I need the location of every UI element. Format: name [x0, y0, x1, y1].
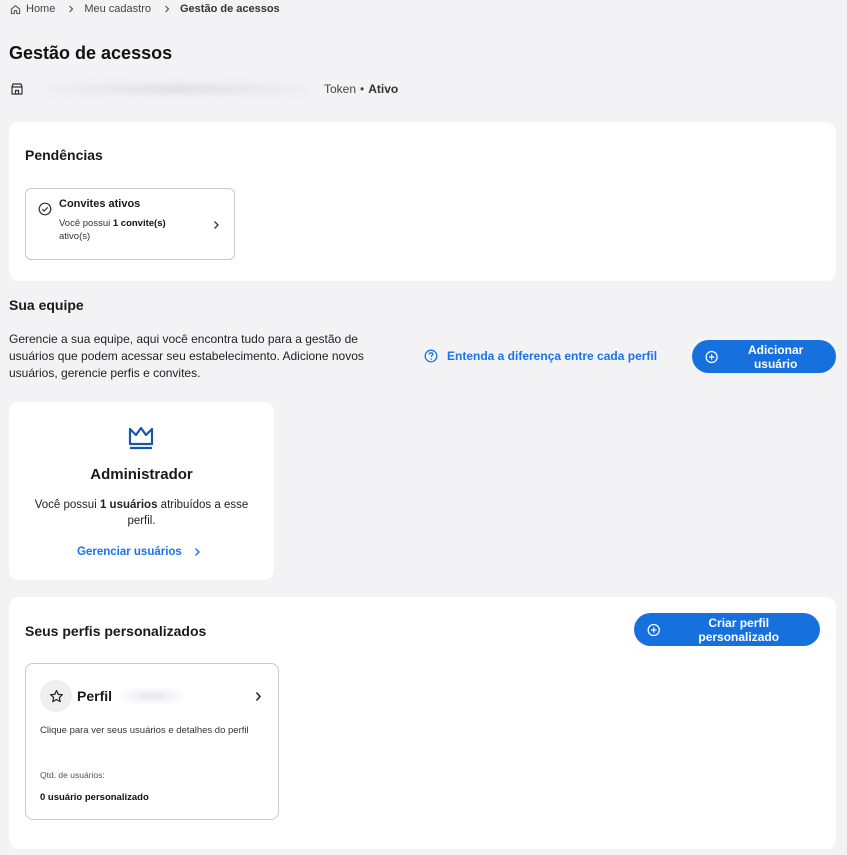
star-icon — [49, 689, 63, 702]
user-count-value: 0 usuário personalizado — [40, 792, 149, 803]
store-info: Token • Ativo — [10, 81, 410, 97]
breadcrumb-meu-cadastro[interactable]: Meu cadastro — [84, 3, 151, 15]
admin-desc-prefix: Você possui — [34, 499, 100, 511]
page-title: Gestão de acessos — [9, 43, 173, 63]
profile-title-row: Perfil — [77, 688, 183, 704]
user-count-label: Qtd. de usuários: — [40, 770, 105, 780]
token-status: Ativo — [368, 82, 399, 96]
pendencias-title: Pendências — [25, 147, 103, 163]
manage-users-label: Gerenciar usuários — [77, 546, 182, 558]
invites-desc-prefix: Você possui — [59, 218, 113, 229]
invites-description: Você possui 1 convite(s) ativo(s) — [59, 217, 199, 243]
team-title: Sua equipe — [9, 297, 84, 313]
chevron-right-icon — [165, 5, 170, 13]
pendencias-card: Pendências Convites ativos Você possui 1… — [9, 122, 836, 281]
help-circle-icon — [424, 349, 438, 363]
admin-description: Você possui 1 usuários atribuídos a esse… — [27, 497, 256, 529]
create-custom-profile-label: Criar perfil personalizado — [698, 615, 780, 644]
breadcrumb: Home Meu cadastro Gestão de acessos — [10, 2, 280, 16]
admin-profile-card: Administrador Você possui 1 usuários atr… — [9, 402, 274, 580]
create-custom-profile-button[interactable]: Criar perfil personalizado — [634, 613, 820, 646]
breadcrumb-current: Gestão de acessos — [180, 3, 280, 15]
chevron-right-icon — [255, 692, 261, 701]
token-label: Token — [324, 82, 357, 96]
crown-icon — [128, 426, 154, 450]
bullet: • — [360, 82, 365, 96]
check-circle-icon — [38, 202, 52, 216]
manage-users-link[interactable]: Gerenciar usuários — [77, 546, 201, 558]
home-icon — [10, 4, 21, 14]
add-user-label: Adicionar usuário — [747, 342, 804, 371]
profile-title: Perfil — [77, 688, 113, 704]
custom-profiles-title: Seus perfis personalizados — [25, 623, 207, 639]
breadcrumb-home[interactable]: Home — [26, 3, 55, 15]
chevron-right-icon — [69, 5, 74, 13]
invites-count: 1 convite(s) — [112, 218, 166, 229]
team-description: Gerencie a sua equipe, aqui você encontr… — [9, 332, 364, 380]
add-user-button[interactable]: Adicionar usuário — [692, 340, 836, 373]
chevron-right-icon — [194, 548, 200, 556]
store-name-redacted — [48, 84, 308, 94]
store-icon — [11, 83, 23, 95]
profile-difference-label: Entenda a diferença entre cada perfil — [447, 349, 658, 363]
plus-circle-icon — [705, 350, 718, 363]
custom-profile-item[interactable]: Perfil Clique para ver seus usuários e d… — [25, 663, 279, 820]
plus-circle-icon — [647, 623, 660, 636]
profile-description: Clique para ver seus usuários e detalhes… — [40, 725, 249, 736]
invites-title: Convites ativos — [59, 198, 141, 210]
admin-user-count: 1 usuários — [99, 499, 158, 511]
admin-title: Administrador — [90, 466, 193, 483]
invites-desc-suffix: ativo(s) — [59, 231, 91, 242]
active-invites-card[interactable]: Convites ativos Você possui 1 convite(s)… — [25, 188, 235, 260]
star-icon-badge — [40, 680, 72, 712]
chevron-right-icon — [214, 221, 219, 229]
profile-name-redacted — [122, 691, 183, 701]
profile-difference-link[interactable]: Entenda a diferença entre cada perfil — [424, 348, 657, 364]
